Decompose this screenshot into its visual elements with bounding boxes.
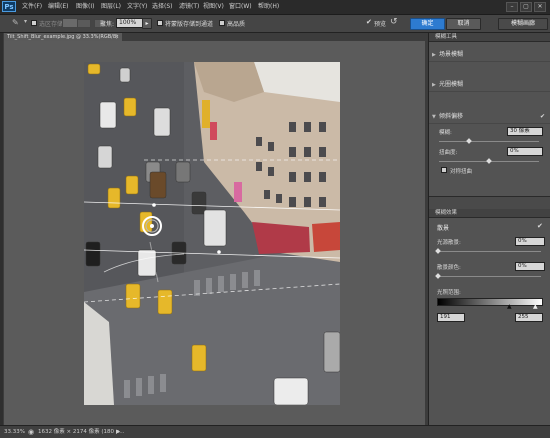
document-info: 1632 像素 × 2174 像素 (180 p... [38,429,125,435]
iris-blur-label: 光圈模糊 [439,81,464,88]
status-bar: 33.33% ◉ 1632 像素 × 2174 像素 (180 p... ▶ [0,425,550,438]
image-canvas[interactable] [84,62,340,405]
panel-spacer [429,196,550,209]
high-quality-label: 高品质 [227,21,246,28]
distortion-slider-knob[interactable] [486,158,492,164]
focus-input[interactable]: 100% [116,18,144,28]
focus-dropdown-button[interactable]: ▸ [142,18,152,29]
range-high-handle[interactable]: ▲ [533,303,538,310]
chevron-down-icon[interactable]: ▾ [24,18,27,25]
menu-bar: Ps 文件(F) 编辑(E) 图像(I) 图层(L) 文字(Y) 选择(S) 滤… [0,0,550,15]
range-low-handle[interactable]: ▲ [507,303,512,310]
maximize-button[interactable]: ▢ [520,2,532,12]
tilt-shift-header[interactable]: ▼ 倾斜偏移 ✔ [429,110,550,124]
bokeh-label: 散景 [437,225,450,232]
iris-blur-section[interactable]: ▶ 光圈模糊 [429,78,550,92]
save-mask-label: 将蒙版存储到通道 [165,21,214,28]
minimize-button[interactable]: – [506,2,518,12]
close-button[interactable]: ✕ [534,2,546,12]
window-controls: – ▢ ✕ [504,2,546,12]
expand-arrow-icon: ▶ [432,82,436,88]
light-bokeh-input[interactable]: 0% [515,237,545,246]
menu-help[interactable]: 帮助(H) [258,2,279,12]
blur-slider-knob[interactable] [466,138,472,144]
range-low-input[interactable]: 191 [437,313,465,322]
blur-effects-header: 模糊效果 [429,209,550,218]
light-bokeh-label: 光源散景: [437,240,461,246]
mask-icon[interactable] [77,19,91,28]
pin-tool-icon[interactable]: ✎ [12,18,19,27]
field-blur-label: 场景模糊 [439,51,464,58]
menu-window[interactable]: 窗口(W) [229,2,252,12]
symmetric-distortion-label: 对称扭曲 [450,169,473,175]
light-range-gradient[interactable] [437,298,543,306]
tilt-shift-section: ▼ 倾斜偏移 ✔ 模糊: 30 像素 扭曲度: 0% 对称扭曲 [429,110,550,196]
menu-image[interactable]: 图像(I) [76,2,94,12]
menu-file[interactable]: 文件(F) [22,2,42,12]
menu-view[interactable]: 视图(V) [203,2,224,12]
field-blur-section[interactable]: ▶ 场景模糊 [429,48,550,62]
bokeh-color-slider-track[interactable] [437,276,541,277]
distortion-input[interactable]: 0% [507,147,543,156]
save-mask-checkbox[interactable] [157,20,163,26]
selection-field[interactable] [62,18,78,28]
distortion-label: 扭曲度: [439,150,458,156]
info-icon[interactable]: ◉ [28,426,34,438]
preview-check-icon[interactable]: ✔ [366,18,372,26]
cancel-button[interactable]: 取消 [446,18,481,30]
symmetric-distortion-checkbox[interactable] [441,167,447,173]
options-bar: ✎ ▾ 选区存储 聚焦: 100% ▸ 将蒙版存储到通道 高品质 ✔ 预览 ↺ … [0,15,550,33]
bokeh-color-slider-knob[interactable] [435,273,441,279]
tilt-shift-enabled-check-icon[interactable]: ✔ [540,110,545,124]
menu-edit[interactable]: 编辑(E) [48,2,68,12]
menu-filter[interactable]: 滤镜(T) [179,2,199,12]
expand-arrow-icon: ▶ [432,52,436,58]
high-quality-checkbox[interactable] [219,20,225,26]
range-high-input[interactable]: 255 [515,313,543,322]
blur-slider-track[interactable] [439,141,539,142]
light-bokeh-slider-knob[interactable] [435,248,441,254]
blur-tools-header: 模糊工具 [429,33,550,42]
photoshop-logo: Ps [2,1,16,12]
selection-checkbox[interactable] [31,20,37,26]
focus-label: 聚焦: [100,21,115,28]
close-tab-icon[interactable]: × [115,33,119,41]
zoom-level[interactable]: 33.33% [4,426,25,438]
blur-gallery-panels: 模糊工具 ▶ 场景模糊 ▶ 光圈模糊 ▼ 倾斜偏移 ✔ 模糊: 30 像素 扭曲… [428,33,550,425]
tools-panel [0,33,3,425]
menu-select[interactable]: 选择(S) [152,2,173,12]
tilt-shift-label: 倾斜偏移 [439,113,464,120]
menu-type[interactable]: 文字(Y) [127,2,147,12]
bokeh-color-input[interactable]: 0% [515,262,545,271]
blur-effects-section: 散景 ✔ 光源散景: 0% 散景颜色: 0% 光照范围: ▲ ▲ 191 255 [429,218,550,333]
blur-amount-label: 模糊: [439,130,452,136]
light-range-label: 光照范围: [437,290,461,296]
blur-amount-input[interactable]: 30 像素 [507,127,543,136]
ok-button[interactable]: 确定 [410,18,445,30]
photo-scene [84,62,340,405]
status-menu-arrow[interactable]: ▶ [116,426,120,438]
blur-ring-handle [142,216,162,236]
menu-layer[interactable]: 图层(L) [101,2,121,12]
document-tab-title: Tilt_Shift_Blur_example.jpg @ 33.3%(RGB/… [7,34,119,40]
bokeh-color-label: 散景颜色: [437,265,461,271]
selection-label: 选区存储 [39,21,64,28]
bokeh-enabled-check-icon[interactable]: ✔ [537,222,543,230]
workspace-dropdown[interactable]: 模糊画廊 [498,18,548,30]
blur-tools-section: ▶ 场景模糊 ▶ 光圈模糊 [429,42,550,110]
reset-icon[interactable]: ↺ [390,17,398,27]
document-tab[interactable]: Tilt_Shift_Blur_example.jpg @ 33.3%(RGB/… [4,33,122,41]
preview-label: 预览 [374,21,387,28]
collapse-arrow-icon: ▼ [432,114,436,120]
light-bokeh-slider-track[interactable] [437,251,541,252]
